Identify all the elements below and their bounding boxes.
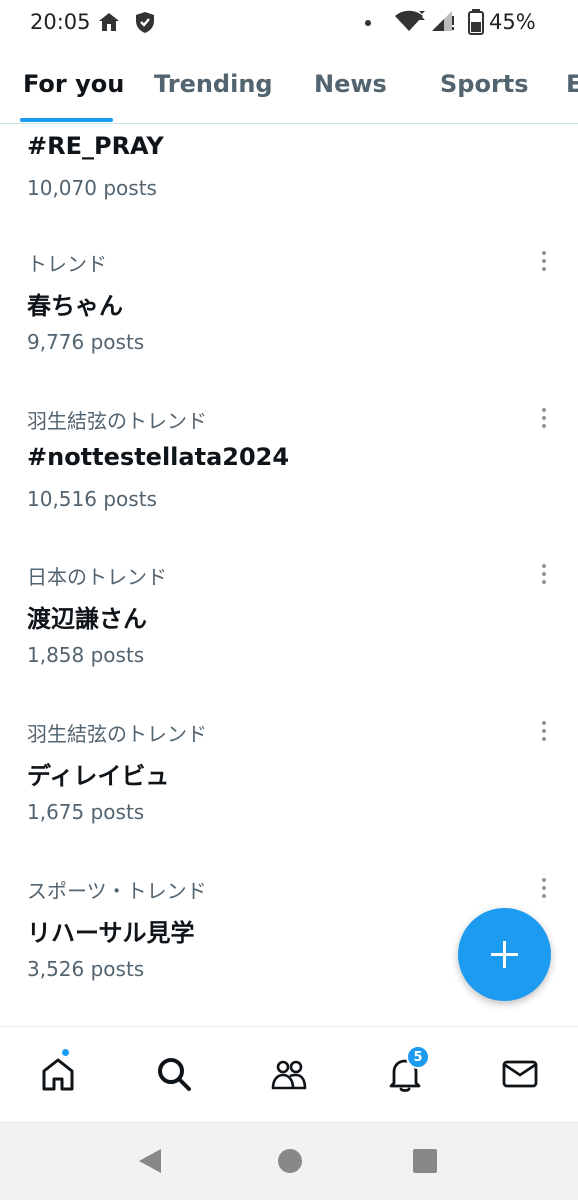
- search-icon: [158, 1058, 191, 1091]
- nav-notifications[interactable]: 5: [382, 1045, 430, 1097]
- more-options-icon[interactable]: [534, 405, 554, 431]
- trend-post-count: 9,776 posts: [27, 330, 145, 354]
- more-options-icon[interactable]: [534, 561, 554, 587]
- trend-post-count: 3,526 posts: [27, 957, 145, 981]
- home-unread-dot: [61, 1048, 70, 1057]
- trend-context: トレンド: [27, 252, 107, 276]
- shield-status-icon: [136, 12, 154, 33]
- trend-context: 羽生結弦のトレンド: [27, 722, 207, 746]
- signal-icon: [432, 11, 454, 31]
- notification-dot-icon: [365, 20, 371, 26]
- nav-search[interactable]: [151, 1051, 197, 1097]
- trend-name: ディレイビュ: [27, 762, 170, 790]
- trend-name: #RE_PRAY: [27, 132, 164, 160]
- trend-post-count: 1,858 posts: [27, 643, 145, 667]
- trend-post-count: 10,516 posts: [27, 487, 157, 511]
- trend-name: 春ちゃん: [27, 292, 123, 320]
- battery-percent: 45%: [489, 10, 536, 34]
- nav-communities[interactable]: [266, 1051, 312, 1097]
- trend-name: #nottestellata2024: [27, 443, 290, 471]
- communities-icon: [271, 1060, 307, 1090]
- home-status-icon: [99, 13, 119, 31]
- status-bar: 20:05 45%: [0, 0, 578, 46]
- more-options-icon[interactable]: [534, 718, 554, 744]
- back-icon[interactable]: [137, 1147, 163, 1175]
- system-navigation-bar: [0, 1122, 578, 1200]
- trend-item[interactable]: 日本のトレンド 渡辺謙さん 1,858 posts: [0, 561, 578, 717]
- trend-context: 羽生結弦のトレンド: [27, 409, 207, 433]
- trend-context: 日本のトレンド: [27, 565, 167, 589]
- recents-icon[interactable]: [412, 1147, 438, 1175]
- bottom-navigation: 5: [0, 1026, 578, 1122]
- trend-item[interactable]: 羽生結弦のトレンド ディレイビュ 1,675 posts: [0, 718, 578, 874]
- battery-icon: [468, 9, 484, 35]
- more-options-icon[interactable]: [534, 248, 554, 274]
- trend-name: 渡辺謙さん: [27, 605, 147, 633]
- nav-messages[interactable]: [497, 1051, 543, 1097]
- wifi-icon: [395, 10, 425, 31]
- trend-post-count: 10,070 posts: [27, 176, 157, 200]
- home-icon: [42, 1058, 74, 1091]
- more-options-icon[interactable]: [534, 875, 554, 901]
- trend-post-count: 1,675 posts: [27, 800, 145, 824]
- plus-icon: [491, 941, 518, 968]
- trend-item[interactable]: トレンド 春ちゃん 9,776 posts: [0, 248, 578, 404]
- trend-context: スポーツ・トレンド: [27, 879, 207, 903]
- notification-count-badge: 5: [406, 1045, 430, 1069]
- trend-item[interactable]: #RE_PRAY 10,070 posts: [0, 94, 578, 250]
- compose-post-button[interactable]: [458, 908, 551, 1001]
- nav-home[interactable]: [35, 1048, 81, 1097]
- home-circle-icon[interactable]: [277, 1147, 303, 1175]
- status-time: 20:05: [30, 10, 91, 34]
- trend-name: リハーサル見学: [27, 919, 195, 947]
- mail-icon: [502, 1060, 538, 1088]
- trend-item[interactable]: 羽生結弦のトレンド #nottestellata2024 10,516 post…: [0, 405, 578, 561]
